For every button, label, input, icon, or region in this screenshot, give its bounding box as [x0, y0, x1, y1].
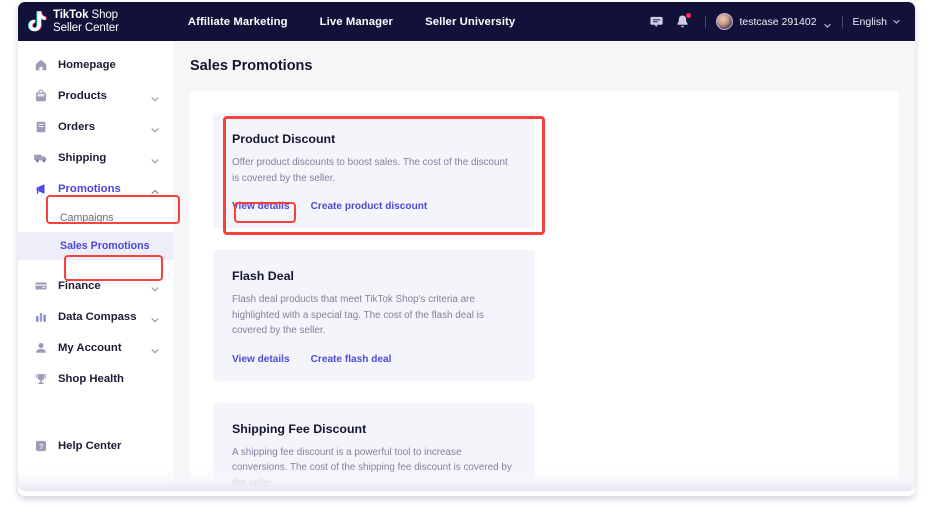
bag-icon	[33, 88, 48, 103]
sidebar-item-homepage[interactable]: Homepage	[18, 49, 173, 80]
promotion-cards-grid: Product Discount Offer product discounts…	[213, 113, 879, 491]
card-product-discount[interactable]: Product Discount Offer product discounts…	[213, 113, 535, 228]
sidebar-item-orders[interactable]: Orders	[18, 111, 173, 142]
bar-chart-icon	[33, 309, 48, 324]
chevron-down-icon	[150, 343, 160, 353]
trophy-icon	[33, 371, 48, 386]
account-name: testcase 291402	[739, 15, 817, 28]
main-content: Sales Promotions Product Discount Offer …	[173, 41, 915, 491]
account-menu[interactable]: testcase 291402	[716, 13, 831, 30]
language-label: English	[852, 15, 887, 28]
sidebar-item-promotions[interactable]: Promotions	[18, 173, 173, 204]
top-bar: TikTok Shop Seller Center Affiliate Mark…	[18, 2, 915, 41]
card-links: View details Create flash deal	[232, 354, 516, 365]
chevron-down-icon	[150, 91, 160, 101]
page-title: Sales Promotions	[190, 58, 313, 74]
card-title: Flash Deal	[232, 269, 294, 283]
avatar	[716, 13, 734, 30]
svg-text:?: ?	[38, 441, 43, 450]
card-flash-deal-create-link[interactable]: Create flash deal	[311, 354, 392, 365]
megaphone-icon	[33, 181, 48, 196]
browser-window: TikTok Shop Seller Center Affiliate Mark…	[18, 2, 915, 491]
sidebar-item-label: Shop Health	[58, 372, 124, 385]
card-flash-deal[interactable]: Flash Deal Flash deal products that meet…	[213, 250, 535, 381]
divider	[705, 15, 707, 28]
sidebar-item-shop-health[interactable]: Shop Health	[18, 363, 173, 394]
card-product-discount-view-details-link[interactable]: View details	[232, 201, 290, 212]
card-title: Shipping Fee Discount	[232, 421, 367, 436]
topnav-item-live-manager[interactable]: Live Manager	[320, 16, 393, 28]
card-flash-deal-view-details-link[interactable]: View details	[232, 354, 290, 365]
card-icon	[33, 278, 48, 293]
sidebar-item-label: Shipping	[58, 151, 107, 164]
chevron-down-icon	[150, 122, 160, 132]
sidebar-subitem-sales-promotions[interactable]: Sales Promotions	[18, 232, 173, 260]
sidebar-item-help-center[interactable]: ? Help Center	[18, 430, 173, 461]
card-shipping-fee-discount[interactable]: Shipping Fee Discount A shipping fee dis…	[213, 402, 535, 491]
brand-subtitle: Seller Center	[53, 21, 119, 34]
chevron-down-icon	[892, 17, 901, 26]
brand-name-bold: TikTok	[53, 9, 89, 22]
card-description: A shipping fee discount is a powerful to…	[232, 446, 512, 489]
chevron-up-icon	[150, 184, 160, 194]
divider	[841, 15, 843, 28]
brand-name-rest: Shop	[88, 9, 119, 22]
sidebar-subitem-campaigns[interactable]: Campaigns	[18, 204, 173, 232]
message-bubble-icon[interactable]	[643, 9, 669, 35]
top-right-controls: testcase 291402 English	[643, 9, 901, 35]
sidebar-item-label: Promotions	[58, 182, 121, 195]
sidebar-item-label: Help Center	[58, 439, 122, 452]
chevron-down-icon	[823, 17, 832, 28]
card-title: Product Discount	[232, 132, 336, 146]
notification-badge-dot	[686, 12, 692, 18]
card-description: Offer product discounts to boost sales. …	[232, 157, 508, 184]
brand-name: TikTok Shop Seller Center	[53, 9, 119, 34]
sidebar-item-finance[interactable]: Finance	[18, 270, 173, 301]
sidebar-item-label: Orders	[58, 120, 96, 133]
document-icon	[33, 119, 48, 134]
sidebar-item-shipping[interactable]: Shipping	[18, 142, 173, 173]
truck-icon	[33, 150, 48, 165]
sidebar-item-label: Finance	[58, 279, 101, 292]
card-product-discount-create-link[interactable]: Create product discount	[311, 201, 428, 212]
card-links: View details Create product discount	[232, 201, 516, 212]
user-icon	[33, 340, 48, 355]
topnav-item-affiliate-marketing[interactable]: Affiliate Marketing	[188, 16, 288, 28]
top-navigation: Affiliate Marketing Live Manager Seller …	[188, 16, 515, 28]
chevron-down-icon	[150, 312, 160, 322]
chevron-down-icon	[150, 281, 160, 291]
sidebar: Homepage Products Orders Shipping Promot…	[18, 41, 173, 491]
chevron-down-icon	[150, 153, 160, 163]
content-panel: Product Discount Offer product discounts…	[190, 91, 899, 491]
brand-logo[interactable]: TikTok Shop Seller Center	[27, 9, 119, 34]
sidebar-item-label: Data Compass	[58, 310, 137, 323]
sidebar-item-my-account[interactable]: My Account	[18, 332, 173, 363]
card-description: Flash deal products that meet TikTok Sho…	[232, 294, 484, 336]
help-icon: ?	[33, 438, 48, 453]
tiktok-note-icon	[27, 10, 48, 34]
home-icon	[33, 57, 48, 72]
sidebar-item-label: My Account	[58, 341, 122, 354]
sidebar-item-label: Products	[58, 89, 107, 102]
notification-bell-icon[interactable]	[669, 9, 695, 35]
language-selector[interactable]: English	[853, 16, 901, 28]
sidebar-item-products[interactable]: Products	[18, 80, 173, 111]
sidebar-item-data-compass[interactable]: Data Compass	[18, 301, 173, 332]
topnav-item-seller-university[interactable]: Seller University	[425, 16, 515, 28]
sidebar-item-label: Homepage	[58, 58, 116, 71]
